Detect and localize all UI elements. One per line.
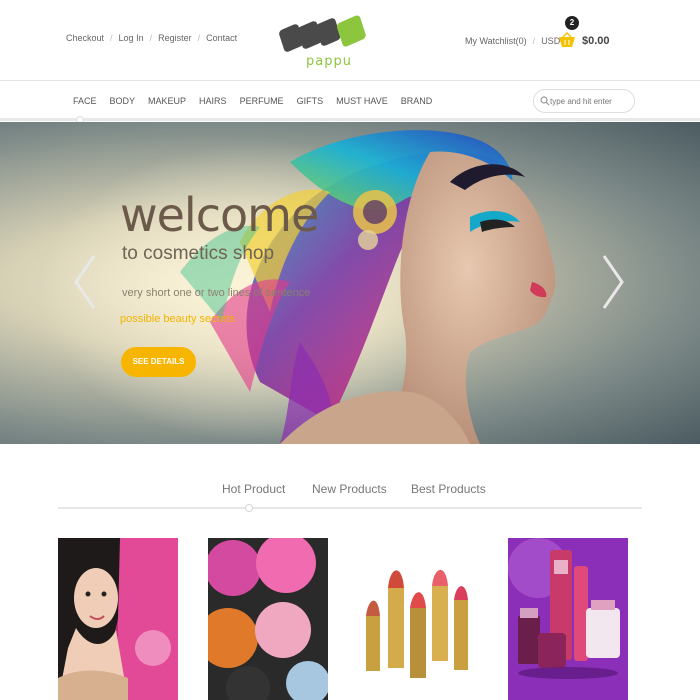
brand-name: pappu — [306, 54, 352, 69]
tab-best-products[interactable]: Best Products — [411, 482, 486, 496]
product-card-3[interactable] — [358, 538, 478, 700]
product-card-4[interactable] — [508, 538, 628, 700]
register-link[interactable]: Register — [158, 33, 192, 43]
main-nav: FACE BODY MAKEUP HAIRS PERFUME GIFTS MUS… — [0, 81, 700, 124]
checkout-link[interactable]: Checkout — [66, 33, 104, 43]
tab-new-products[interactable]: New Products — [312, 482, 387, 496]
search-input[interactable] — [550, 94, 632, 109]
hero-slider: welcome to cosmetics shop very short one… — [0, 122, 700, 444]
tab-underline — [58, 507, 642, 509]
product-image — [358, 538, 478, 700]
watchlist-link[interactable]: My Watchlist(0) — [465, 36, 527, 46]
basket-icon — [559, 32, 575, 47]
search-icon[interactable] — [540, 96, 550, 106]
top-bar: Checkout / Log In / Register / Contact p… — [0, 0, 700, 80]
product-card-2[interactable] — [208, 538, 328, 700]
separator: / — [149, 33, 153, 43]
account-links: Checkout / Log In / Register / Contact — [66, 33, 237, 43]
hero-image — [40, 130, 556, 444]
product-image — [58, 538, 178, 700]
nav-menu: FACE BODY MAKEUP HAIRS PERFUME GIFTS MUS… — [73, 96, 445, 106]
nav-item-perfume[interactable]: PERFUME — [240, 96, 284, 106]
separator: / — [532, 36, 536, 46]
nav-item-brand[interactable]: BRAND — [401, 96, 433, 106]
user-tools: My Watchlist(0) / USD ▼ — [465, 36, 569, 46]
login-link[interactable]: Log In — [119, 33, 144, 43]
hero-highlight: possible beauty secrets — [120, 313, 235, 325]
hero-description: very short one or two lines of sentence — [122, 287, 311, 299]
nav-item-makeup[interactable]: MAKEUP — [148, 96, 186, 106]
chevron-left-icon[interactable] — [70, 252, 100, 312]
product-image — [508, 538, 628, 700]
chevron-right-icon[interactable] — [598, 252, 628, 312]
see-details-button[interactable]: SEE DETAILS — [121, 347, 196, 377]
logo-mark — [279, 15, 366, 52]
nav-item-gifts[interactable]: GIFTS — [297, 96, 324, 106]
product-image — [208, 538, 328, 700]
nav-item-body[interactable]: BODY — [110, 96, 136, 106]
tab-active-indicator — [245, 504, 253, 512]
nav-item-hairs[interactable]: HAIRS — [199, 96, 227, 106]
nav-item-must-have[interactable]: MUST HAVE — [336, 96, 388, 106]
separator: / — [110, 33, 113, 43]
separator: / — [197, 33, 201, 43]
nav-item-face[interactable]: FACE — [73, 96, 97, 106]
cart-button[interactable]: 2 $0.00 — [556, 16, 618, 56]
hero-subtitle: to cosmetics shop — [122, 243, 275, 264]
cart-count-badge: 2 — [565, 16, 579, 30]
product-card-1[interactable] — [58, 538, 178, 700]
brand-logo[interactable]: pappu — [276, 12, 376, 70]
contact-link[interactable]: Contact — [206, 33, 237, 43]
hero-title: welcome — [120, 188, 319, 242]
tab-hot-product[interactable]: Hot Product — [222, 482, 285, 496]
search-box — [533, 89, 635, 113]
cart-total: $0.00 — [582, 35, 610, 47]
